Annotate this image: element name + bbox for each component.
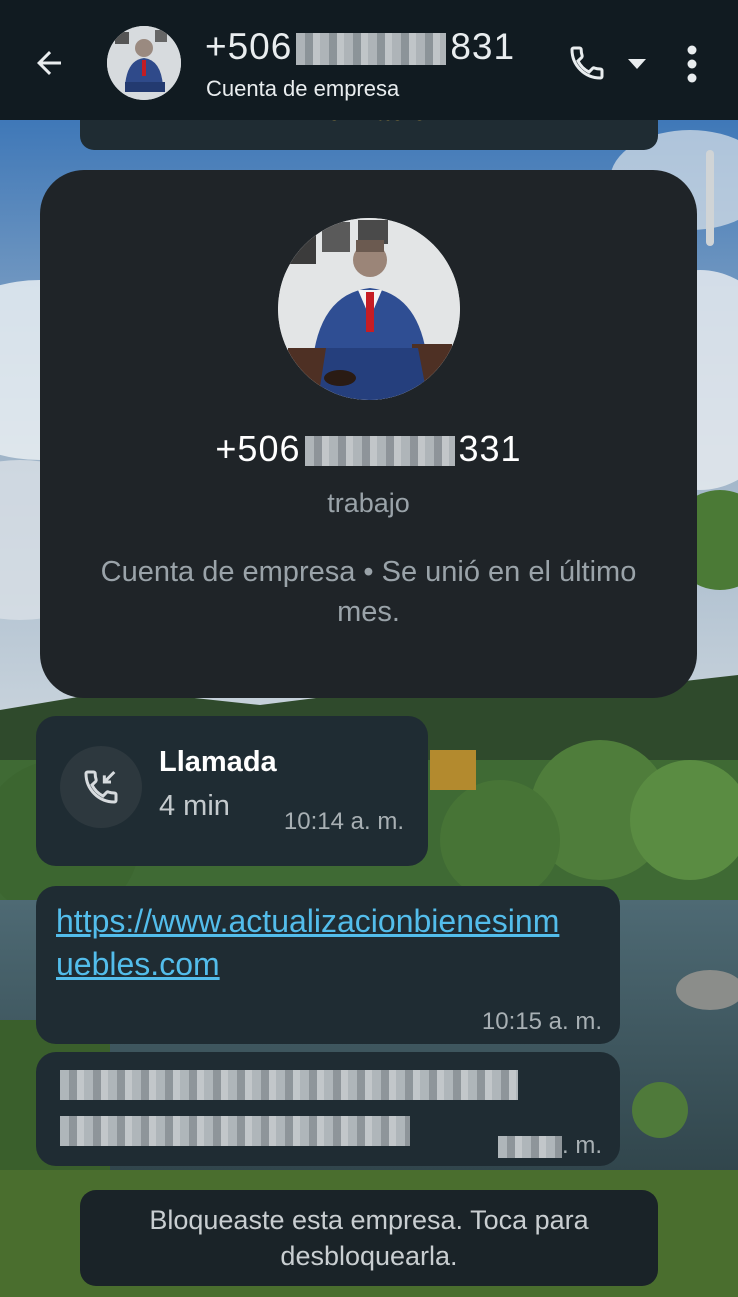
message-list[interactable]: Información +506331 trabajo xyxy=(0,110,738,1297)
call-duration: 4 min xyxy=(159,790,230,822)
back-button[interactable] xyxy=(22,36,76,90)
message-timestamp-suffix: . m. xyxy=(562,1132,602,1159)
more-options-button[interactable] xyxy=(672,36,712,92)
link-message-bubble[interactable]: https://www.actualizacionbienesinmuebles… xyxy=(36,886,620,1044)
blocked-business-text: Bloqueaste esta empresa. Toca para desbl… xyxy=(149,1205,589,1271)
chat-title[interactable]: +506 831 xyxy=(205,26,515,68)
blocked-business-notice[interactable]: Bloqueaste esta empresa. Toca para desbl… xyxy=(80,1190,658,1286)
redacted-text-line xyxy=(60,1070,518,1100)
incoming-call-icon xyxy=(84,770,118,804)
contact-label: trabajo xyxy=(327,488,410,518)
phone-icon xyxy=(570,46,604,80)
contact-profile-photo[interactable] xyxy=(278,218,460,400)
message-timestamp: 10:15 a. m. xyxy=(481,1008,602,1035)
redacted-phone-digits xyxy=(296,33,447,66)
arrow-back-icon xyxy=(37,51,61,75)
chat-header: +506 831 Cuenta de empresa xyxy=(0,0,738,120)
contact-description: Cuenta de empresa • Se unió en el último… xyxy=(100,556,637,628)
scrollbar[interactable] xyxy=(706,150,714,246)
call-icon-container xyxy=(60,746,142,828)
contact-avatar[interactable] xyxy=(107,26,181,100)
message-link[interactable]: https://www.actualizacionbienesinmuebles… xyxy=(56,900,576,986)
redacted-phone-digits xyxy=(304,436,455,467)
call-message-bubble[interactable]: Llamada 4 min 10:14 a. m. xyxy=(36,716,428,866)
chat-title-suffix: 831 xyxy=(450,26,516,67)
contact-phone-prefix: +506 xyxy=(215,428,301,469)
redacted-time xyxy=(498,1135,562,1158)
contact-phone-suffix: 331 xyxy=(458,428,522,469)
chat-title-prefix: +506 xyxy=(205,26,293,67)
more-vert-icon xyxy=(687,45,697,83)
contact-phone-number: +506 331 xyxy=(40,428,697,470)
call-options-button[interactable] xyxy=(620,44,654,84)
redacted-message-bubble[interactable]: . m. xyxy=(36,1052,620,1166)
message-timestamp: 10:14 a. m. xyxy=(283,808,404,835)
contact-info-card[interactable]: +506 331 trabajo Cuenta de empresa • Se u… xyxy=(40,170,697,698)
call-title: Llamada xyxy=(159,746,277,778)
redacted-text-line xyxy=(60,1116,410,1146)
message-timestamp: . m. xyxy=(498,1132,602,1160)
chat-subtitle: Cuenta de empresa xyxy=(206,76,400,101)
caret-down-icon xyxy=(628,59,646,69)
voice-call-button[interactable] xyxy=(560,36,614,90)
